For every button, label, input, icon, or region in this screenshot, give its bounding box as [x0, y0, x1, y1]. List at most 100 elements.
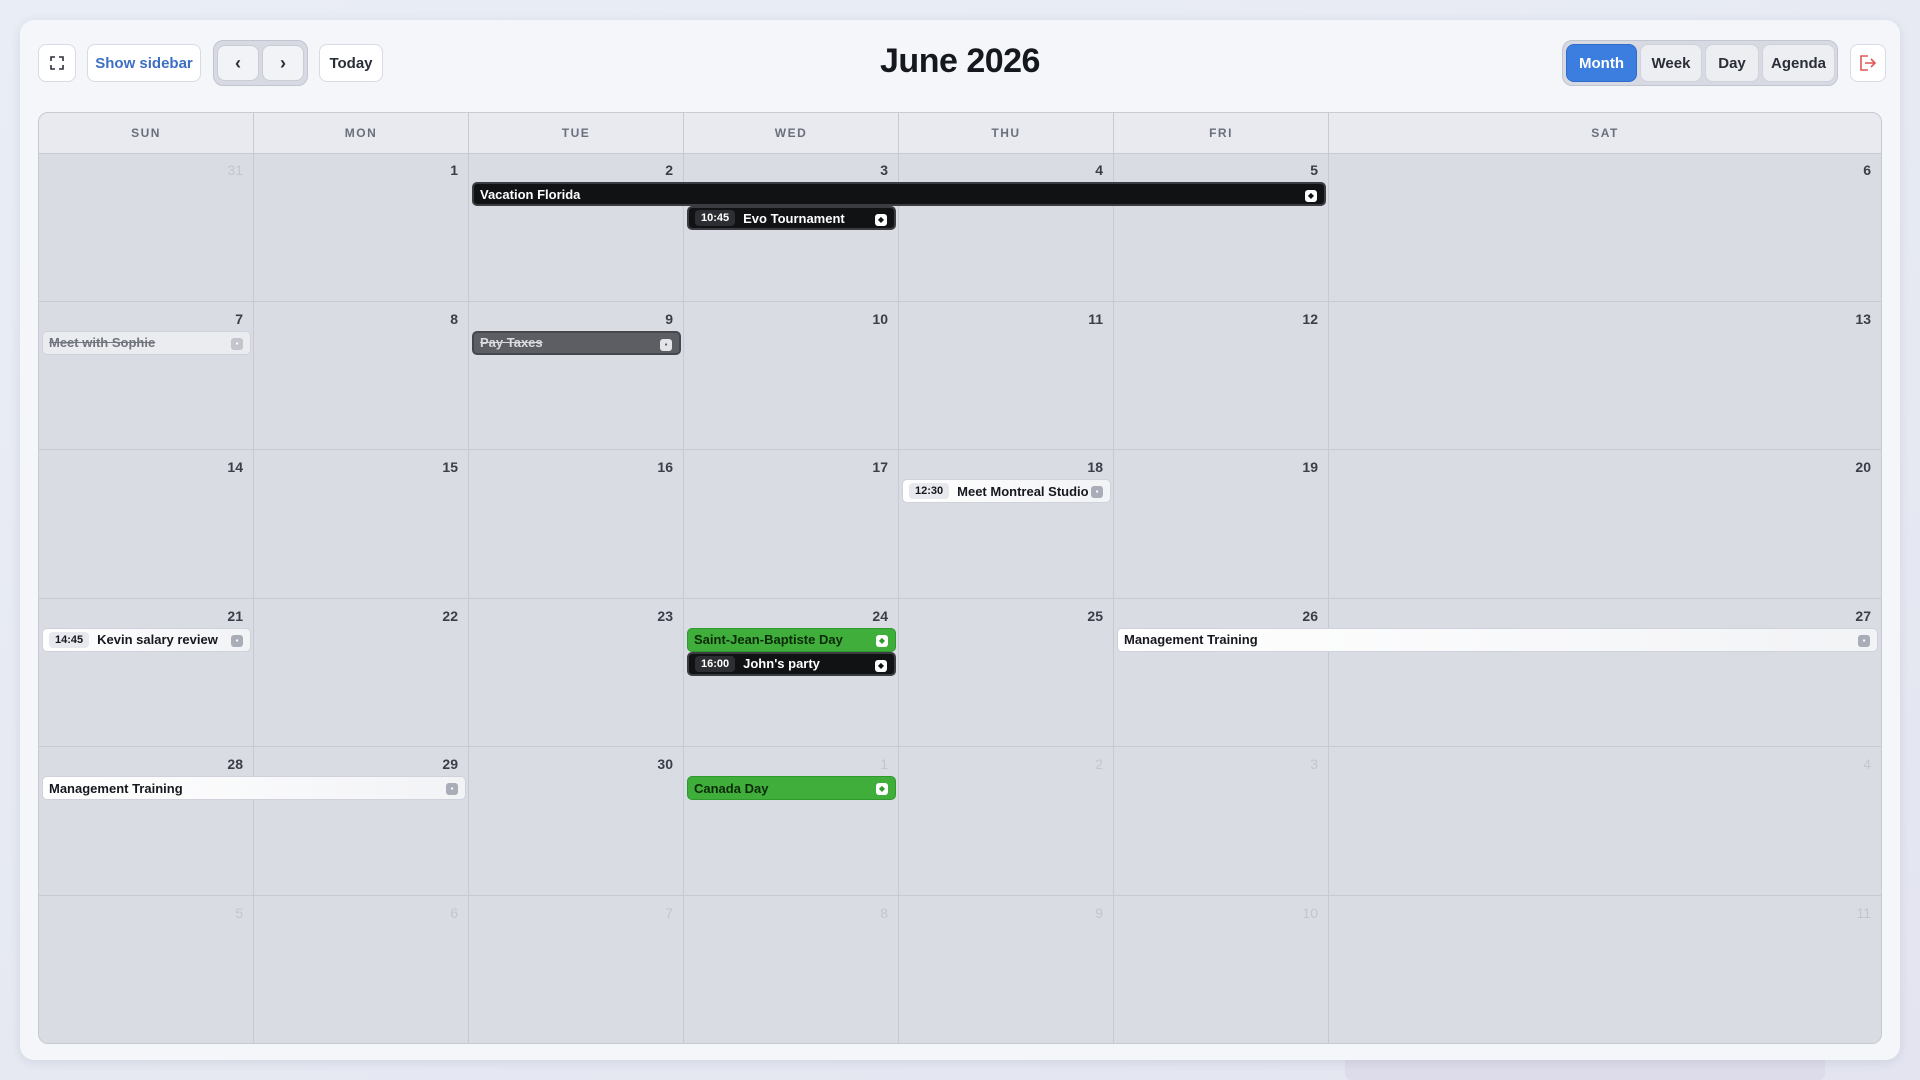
weekday-header: SUN MON TUE WED THU FRI SAT [39, 113, 1881, 154]
day-number: 29 [442, 756, 458, 773]
day-cell[interactable]: 22 [254, 598, 469, 748]
calendar-event[interactable]: Saint-Jean-Baptiste Day ◆ [687, 627, 896, 652]
day-number: 3 [880, 162, 888, 178]
day-number: 30 [657, 756, 673, 773]
day-cell[interactable]: 11 [1329, 896, 1881, 1043]
day-cell[interactable]: 8 [684, 896, 899, 1043]
day-cell[interactable]: 4 [1329, 747, 1881, 896]
event-time: 14:45 [49, 631, 90, 648]
calendar-event[interactable]: Meet with Sophie ▪ [42, 330, 251, 355]
calendar-event[interactable]: 12:30 Meet Montreal Studio ▪ [902, 479, 1111, 504]
day-number: 9 [1095, 905, 1103, 921]
day-number: 8 [880, 905, 888, 921]
day-cell[interactable]: 9 [899, 896, 1114, 1043]
event-status-icon: ▪ [446, 783, 458, 796]
event-title: Canada Day [694, 780, 769, 796]
day-cell[interactable]: 10 [1114, 896, 1329, 1043]
day-number: 4 [1095, 162, 1103, 178]
weekday-header-fri: FRI [1114, 113, 1329, 153]
day-cell[interactable]: 25 [899, 598, 1114, 748]
day-cell[interactable]: 13 [1329, 302, 1881, 451]
event-title: Kevin salary review [97, 632, 218, 648]
event-title: Meet Montreal Studio [957, 483, 1089, 499]
day-cell[interactable]: 23 [469, 598, 684, 748]
view-day-button[interactable]: Day [1705, 44, 1759, 82]
day-cell[interactable]: 4 [899, 153, 1114, 302]
event-title: John's party [743, 656, 820, 672]
day-cell[interactable]: 19 [1114, 450, 1329, 599]
day-cell[interactable]: 17 [684, 450, 899, 599]
day-cell[interactable]: 20 [1329, 450, 1881, 599]
event-title: Vacation Florida [480, 186, 581, 202]
day-number: 6 [1863, 162, 1871, 178]
day-cell[interactable]: 27 [1329, 599, 1881, 748]
day-number: 2 [665, 162, 673, 178]
weekday-header-tue: TUE [469, 113, 684, 153]
event-status-icon: ◆ [1305, 190, 1317, 202]
day-cell[interactable]: 2 [899, 747, 1114, 896]
day-cell[interactable]: 5 [1114, 153, 1329, 302]
event-status-icon: ◆ [876, 634, 888, 647]
event-title: Management Training [1124, 632, 1258, 648]
view-month-button[interactable]: Month [1566, 44, 1637, 82]
calendar-event[interactable]: 14:45 Kevin salary review ▪ [42, 627, 251, 652]
day-cell[interactable]: 9 [469, 301, 684, 451]
view-agenda-button[interactable]: Agenda [1762, 44, 1835, 82]
month-grid: SUN MON TUE WED THU FRI SAT 31 1 2 3 4 5 6 7 8 9 10 11 12 1… [38, 112, 1882, 1044]
day-cell[interactable]: 12 [1114, 301, 1329, 451]
day-cell[interactable]: 15 [254, 450, 469, 599]
event-status-icon: ◆ [876, 783, 888, 796]
day-cell[interactable]: 7 [469, 896, 684, 1043]
calendar-window: Show sidebar ‹ › Today June 2026 Month W… [20, 20, 1900, 1060]
day-number: 4 [1863, 756, 1871, 773]
event-status-icon: ▪ [231, 634, 243, 647]
day-cell[interactable]: 18 [899, 450, 1114, 599]
day-number: 12 [1302, 310, 1318, 327]
day-cell[interactable]: 7 [39, 301, 254, 451]
event-status-icon: ◆ [875, 214, 887, 226]
day-cell[interactable]: 6 [254, 896, 469, 1043]
day-cell[interactable]: 3 [1114, 747, 1329, 896]
event-title: Meet with Sophie [49, 335, 156, 351]
day-cell[interactable]: 5 [39, 896, 254, 1043]
logout-icon [1860, 55, 1877, 71]
day-cell[interactable]: 16 [469, 450, 684, 599]
day-cell[interactable]: 11 [899, 301, 1114, 451]
day-cell[interactable]: 21 [39, 598, 254, 748]
calendar-event[interactable]: Canada Day ◆ [687, 776, 896, 801]
calendar-event[interactable]: Vacation Florida ◆ [472, 182, 1326, 206]
day-cell[interactable]: 2 [469, 153, 684, 302]
day-cell[interactable]: 1 [254, 153, 469, 302]
event-status-icon: ▪ [231, 337, 243, 350]
day-cell[interactable]: 30 [469, 747, 684, 896]
day-cell[interactable]: 1 [684, 747, 899, 896]
event-status-icon: ▪ [1858, 634, 1870, 647]
weekday-header-sun: SUN [39, 113, 254, 153]
day-number: 10 [1302, 905, 1318, 921]
day-cell[interactable]: 10 [684, 301, 899, 451]
calendar-event[interactable]: Pay Taxes ▪ [472, 330, 681, 355]
day-cell[interactable]: 28 [39, 747, 254, 896]
day-number: 17 [872, 459, 888, 476]
day-cell[interactable]: 31 [39, 153, 254, 302]
day-number: 16 [657, 459, 673, 476]
logout-button[interactable] [1850, 44, 1886, 82]
day-number: 21 [227, 607, 243, 624]
day-cell[interactable]: 14 [39, 450, 254, 599]
event-time: 10:45 [695, 210, 736, 226]
calendar-event[interactable]: Management Training ▪ [1117, 627, 1878, 652]
day-cell[interactable]: 26 [1114, 598, 1329, 748]
view-week-button[interactable]: Week [1640, 44, 1702, 82]
day-number: 1 [880, 756, 888, 773]
day-number: 5 [1310, 162, 1318, 178]
day-cell[interactable]: 6 [1329, 153, 1881, 302]
day-number: 9 [665, 310, 673, 327]
calendar-event[interactable]: 10:45 Evo Tournament ◆ [687, 206, 896, 230]
calendar-event[interactable]: Management Training ▪ [42, 776, 466, 801]
day-cell[interactable]: 29 [254, 747, 469, 896]
view-switcher: Month Week Day Agenda [1562, 40, 1838, 86]
day-cell[interactable]: 8 [254, 301, 469, 451]
calendar-event[interactable]: 16:00 John's party ◆ [687, 651, 896, 676]
day-number: 13 [1855, 310, 1871, 327]
day-number: 25 [1087, 607, 1103, 624]
